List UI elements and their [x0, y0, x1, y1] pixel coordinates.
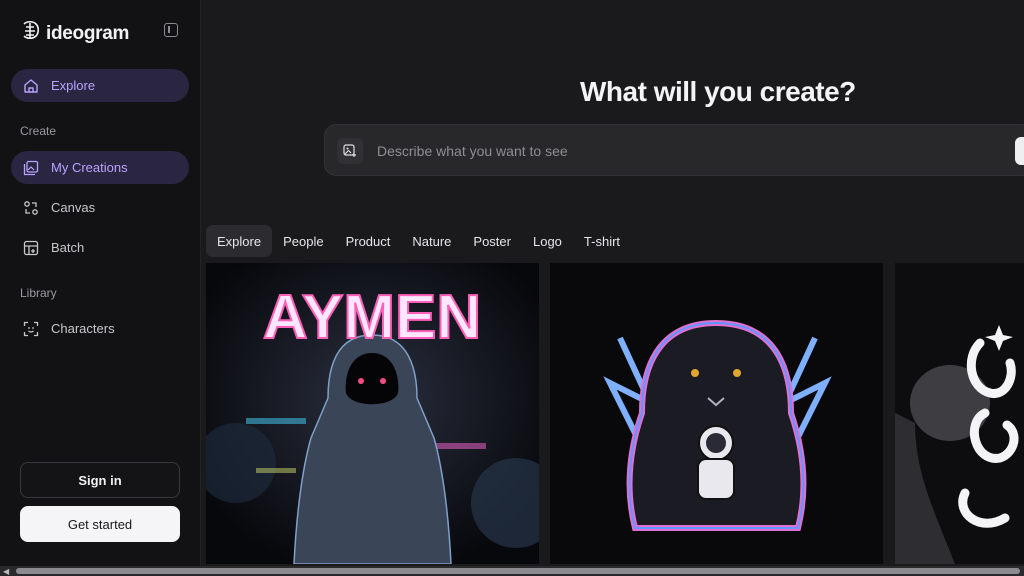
tab-people[interactable]: People [272, 225, 334, 257]
tab-poster[interactable]: Poster [462, 225, 522, 257]
ideogram-logo-icon [20, 20, 40, 47]
scroll-left-icon[interactable]: ◀ [3, 567, 9, 576]
scrollbar-thumb[interactable] [16, 568, 1020, 574]
brand-logo[interactable]: ideogram [20, 20, 129, 47]
tab-product[interactable]: Product [335, 225, 402, 257]
sidebar-item-my-creations[interactable]: My Creations [11, 151, 189, 184]
sidebar-item-canvas[interactable]: Canvas [11, 191, 189, 224]
brand-name: ideogram [46, 22, 130, 44]
art-title-text: AYMEN [263, 283, 481, 352]
face-scan-icon [22, 320, 40, 338]
section-label-library: Library [20, 286, 57, 300]
gallery-card[interactable]: AYMEN [206, 263, 539, 564]
gallery-card[interactable] [550, 263, 883, 564]
home-icon [22, 77, 40, 95]
get-started-button[interactable]: Get started [20, 506, 180, 542]
hooded-figure-art: AYMEN [206, 263, 539, 564]
horizontal-scrollbar[interactable]: ◀ [0, 566, 1024, 576]
add-image-icon[interactable] [337, 138, 363, 164]
sidebar-item-batch[interactable]: Batch [11, 231, 189, 264]
sidebar-item-label: Explore [51, 78, 96, 93]
section-label-create: Create [20, 124, 57, 138]
tab-logo[interactable]: Logo [522, 225, 573, 257]
sidebar-item-label: Batch [51, 240, 85, 255]
batch-icon [22, 239, 40, 257]
sidebar-item-label: Characters [51, 321, 115, 336]
sidebar-item-label: Canvas [51, 200, 96, 215]
sign-in-button[interactable]: Sign in [20, 462, 180, 498]
sidebar: ideogram Explore Create My Creations Can… [0, 0, 201, 576]
tab-nature[interactable]: Nature [401, 225, 462, 257]
page-title: What will you create? [580, 76, 856, 107]
images-icon [22, 159, 40, 177]
generate-button[interactable] [1015, 137, 1024, 165]
sidebar-item-characters[interactable]: Characters [11, 312, 189, 345]
sidebar-item-label: My Creations [51, 160, 128, 175]
panther-astronaut-art [550, 263, 883, 564]
tab-explore[interactable]: Explore [206, 225, 273, 257]
gallery-card[interactable] [895, 263, 1024, 564]
sidebar-item-explore[interactable]: Explore [11, 69, 189, 102]
calligraphy-portrait-art [895, 263, 1024, 564]
collapse-sidebar-icon[interactable] [164, 23, 178, 37]
prompt-input[interactable] [375, 139, 979, 163]
tab-tshirt[interactable]: T-shirt [573, 225, 631, 257]
canvas-icon [22, 199, 40, 217]
category-tabs: Explore People Product Nature Poster Log… [206, 225, 631, 257]
prompt-bar [324, 124, 1024, 176]
